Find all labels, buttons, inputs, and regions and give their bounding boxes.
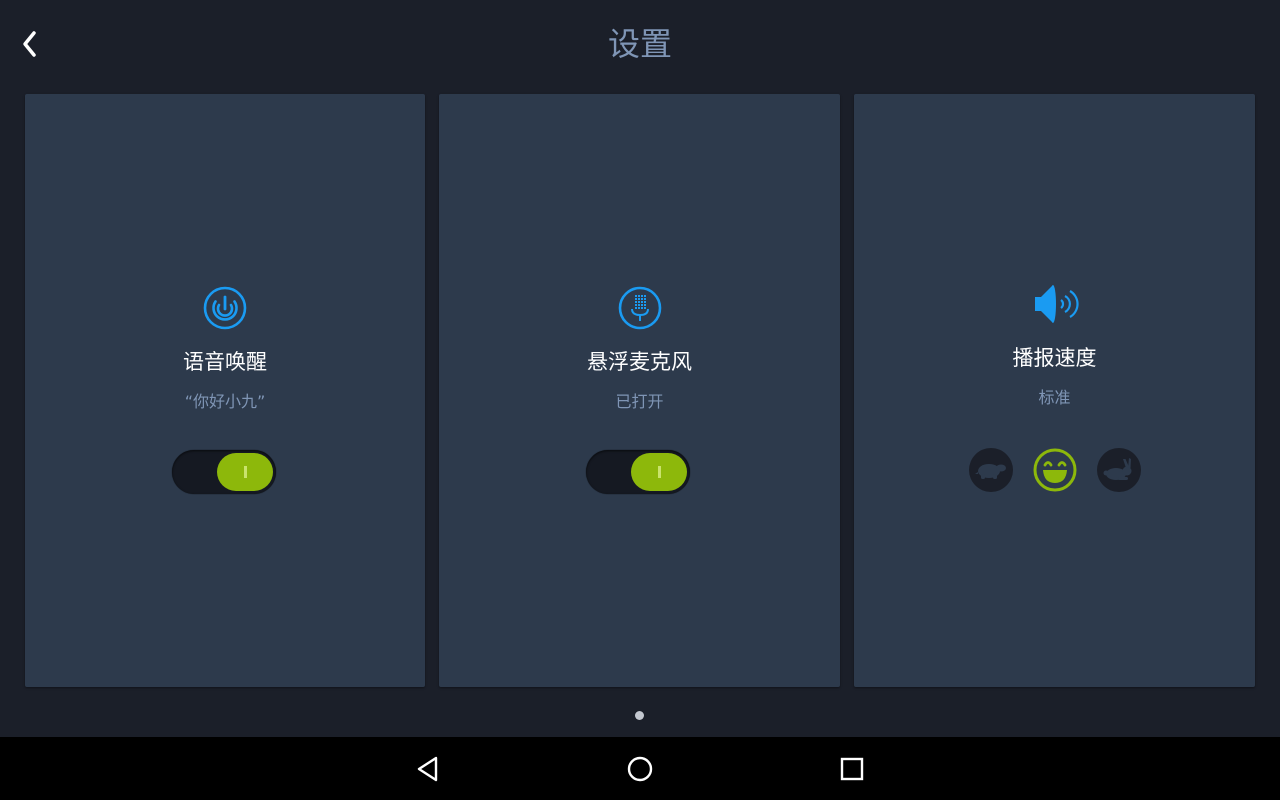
- card-broadcast-speed: 播报速度 标准: [854, 94, 1255, 687]
- microphone-icon: [618, 286, 661, 330]
- rabbit-icon: [1103, 458, 1131, 480]
- page-title: 设置: [607, 25, 672, 63]
- card-subtitle: “你好小九”: [184, 392, 266, 411]
- speaker-icon: [1034, 285, 1079, 323]
- speed-slow-button[interactable]: [968, 448, 1013, 492]
- card-title: 悬浮麦克风: [587, 350, 692, 374]
- speed-normal-button[interactable]: [1033, 448, 1077, 492]
- nav-back-button[interactable]: [408, 749, 448, 789]
- turtle-icon: [974, 464, 1006, 479]
- card-voice-wake: 语音唤醒 “你好小九”: [25, 94, 425, 687]
- nav-home-button[interactable]: [620, 749, 660, 789]
- speed-fast-button[interactable]: [1096, 448, 1141, 492]
- card-title: 播报速度: [1012, 346, 1097, 370]
- card-floating-mic: 悬浮麦克风 已打开: [439, 94, 840, 687]
- card-title: 语音唤醒: [183, 350, 267, 374]
- toggle-knob: [631, 453, 687, 491]
- settings-screen: 设置 语音唤醒 “你好小九” 悬浮麦克风 已打开 播报速度 标准: [0, 0, 1280, 800]
- toggle-knob: [217, 453, 273, 491]
- speed-options: [854, 448, 1255, 492]
- voice-wake-toggle[interactable]: [172, 450, 276, 494]
- nav-back-icon: [417, 756, 438, 782]
- floating-mic-toggle[interactable]: [586, 450, 690, 494]
- card-icon-wrap: [854, 280, 1255, 328]
- page-indicator-dot: [635, 711, 644, 720]
- card-icon-wrap: [25, 284, 425, 332]
- nav-recents-icon: [840, 757, 864, 781]
- top-bar: 设置: [0, 0, 1280, 90]
- card-icon-wrap: [439, 284, 840, 332]
- card-subtitle: 标准: [1038, 388, 1071, 407]
- nav-recents-button[interactable]: [832, 749, 872, 789]
- nav-home-icon: [627, 756, 653, 782]
- wake-power-icon: [203, 286, 247, 330]
- system-nav-bar: [0, 737, 1280, 800]
- smiley-icon: [1033, 448, 1076, 492]
- card-subtitle: 已打开: [615, 392, 664, 411]
